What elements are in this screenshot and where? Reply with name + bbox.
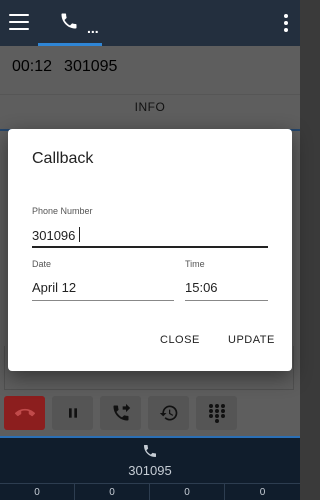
- active-call-number[interactable]: 301095: [0, 463, 300, 478]
- counter-4: 0: [259, 487, 266, 498]
- bottom-bar: 301095 0 0 0 0: [0, 436, 300, 500]
- callback-dialog: Callback Phone Number Date April 12 Time…: [8, 129, 292, 371]
- call-forward-icon: [113, 403, 130, 421]
- counter-1: 0: [0, 484, 75, 500]
- transfer-button[interactable]: [100, 396, 141, 430]
- dialpad-button[interactable]: [196, 396, 237, 430]
- tab-ellipsis: ...: [87, 20, 99, 36]
- counter-2: 0: [75, 484, 150, 500]
- more-vert-icon[interactable]: [284, 14, 288, 32]
- update-button[interactable]: UPDATE: [228, 334, 275, 346]
- date-label: Date: [32, 259, 52, 269]
- time-field[interactable]: 15:06: [185, 275, 268, 301]
- phone-icon: [61, 13, 77, 29]
- dialog-title: Callback: [32, 150, 94, 167]
- dialpad-icon: [208, 404, 225, 423]
- pause-icon: [68, 408, 77, 418]
- text-caret: [79, 227, 80, 242]
- hangup-button[interactable]: [4, 396, 45, 430]
- call-duration: 00:12: [12, 58, 53, 75]
- hamburger-menu-icon[interactable]: [9, 14, 29, 30]
- date-field[interactable]: April 12: [32, 275, 174, 301]
- history-icon: [159, 405, 177, 421]
- close-button[interactable]: CLOSE: [160, 334, 200, 346]
- phone-number-input[interactable]: [32, 224, 268, 248]
- history-button[interactable]: [148, 396, 189, 430]
- tab-info[interactable]: INFO: [0, 100, 300, 114]
- hold-button[interactable]: [52, 396, 93, 430]
- app-bar: ...: [0, 0, 300, 46]
- hangup-icon: [14, 408, 35, 417]
- tab-phone[interactable]: ...: [38, 0, 102, 46]
- counter-3: 0: [150, 484, 225, 500]
- bottom-bar-divider: [0, 436, 300, 438]
- phone-icon: [144, 445, 156, 457]
- call-number: 301095: [64, 58, 118, 75]
- counters-row: 0 0 0 0: [0, 483, 300, 500]
- call-info: 00:12 301095: [12, 58, 117, 76]
- time-label: Time: [185, 259, 205, 269]
- phone-number-label: Phone Number: [32, 206, 93, 216]
